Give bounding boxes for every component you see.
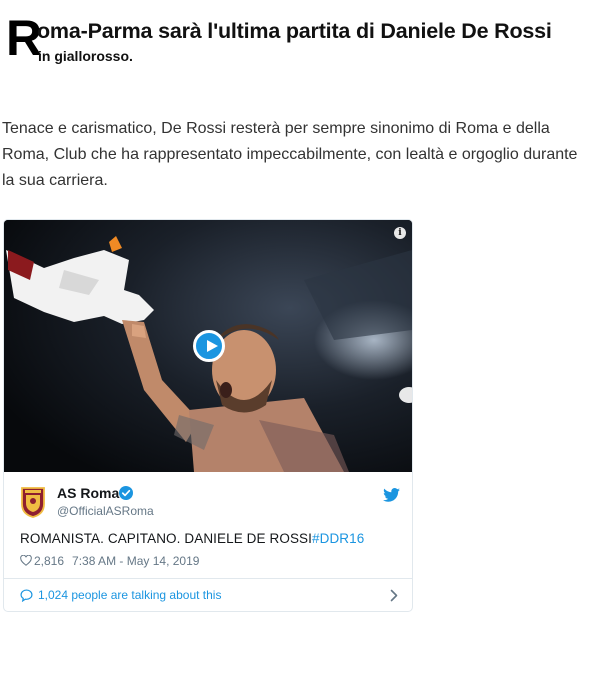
tweet-conversation-link[interactable]: 1,024 people are talking about this [20,588,398,606]
chevron-right-icon[interactable] [390,589,398,602]
tweet-header: AS Roma @OfficialASRoma [20,484,400,520]
heart-icon[interactable] [20,555,32,566]
article-headline: R oma-Parma sarà l'ultima partita di Dan… [6,10,600,66]
tweet-body: ROMANISTA. CAPITANO. DANIELE DE ROSSI [20,531,312,546]
headline-line-1: oma-Parma sarà l'ultima partita di Danie… [37,19,552,43]
embedded-tweet[interactable]: i AS Roma @OfficialASRoma ROMANISTA. CAP… [3,219,413,612]
tweet-hashtag[interactable]: #DDR16 [312,531,364,546]
tweet-text: ROMANISTA. CAPITANO. DANIELE DE ROSSI#DD… [20,531,364,546]
article-intro: Tenace e carismatico, De Rossi resterà p… [2,120,578,189]
account-name[interactable]: AS Roma [57,485,119,501]
tweet-video[interactable]: i [4,220,412,472]
like-count[interactable]: 2,816 [34,554,64,568]
info-icon[interactable]: i [394,227,406,239]
headline-line-2: in giallorosso. [38,48,133,64]
account-handle[interactable]: @OfficialASRoma [57,504,154,518]
as-roma-logo-icon[interactable] [20,486,46,518]
tweet-meta: 2,816 7:38 AM - May 14, 2019 [20,554,199,568]
speech-bubble-icon [20,589,33,602]
verified-badge-icon [119,486,133,500]
twitter-bird-icon[interactable] [383,488,400,502]
tweet-divider [4,578,412,579]
conversation-count[interactable]: 1,024 people are talking about this [38,588,221,602]
tweet-timestamp[interactable]: 7:38 AM - May 14, 2019 [72,554,199,568]
play-icon[interactable] [193,330,225,362]
